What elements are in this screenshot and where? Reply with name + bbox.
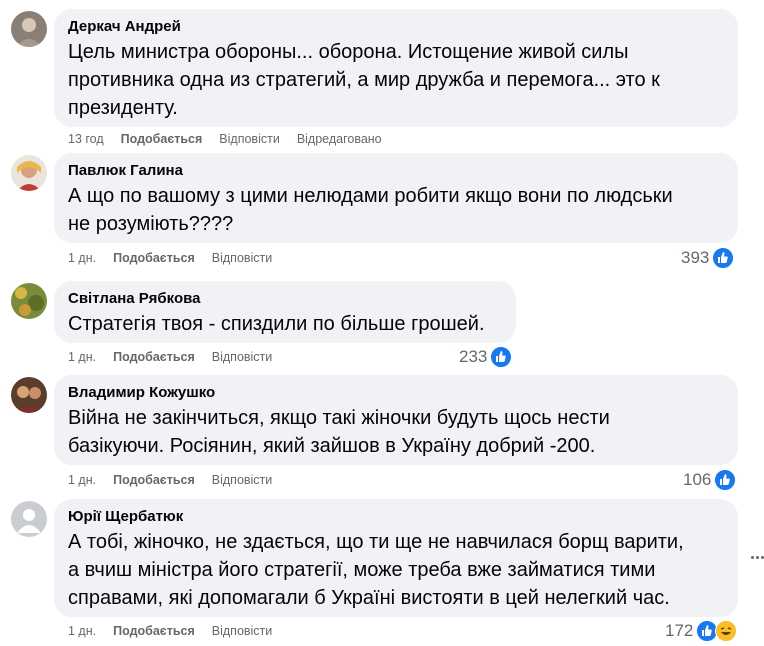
comment-text: А що по вашому з цими нелюдами робити як…: [68, 182, 726, 238]
reply-button[interactable]: Відповісти: [219, 132, 280, 146]
reply-button[interactable]: Відповісти: [212, 473, 273, 487]
comment-text-line: А тобі, жіночко, не здається, що ти ще н…: [68, 531, 684, 553]
comment-timestamp[interactable]: 1 дн.: [68, 251, 96, 265]
comment-bubble: Павлюк Галина А що по вашому з цими нелю…: [54, 153, 738, 243]
reaction-count: 393: [681, 248, 710, 267]
edited-label: Відредаговано: [296, 132, 382, 146]
comment-bubble: Світлана Рябкова Стратегія твоя - спизди…: [54, 281, 516, 343]
reply-button[interactable]: Відповісти: [212, 350, 273, 364]
comment-text-line: противника одна из стратегий, а мир друж…: [68, 69, 660, 91]
like-button[interactable]: Подобається: [113, 624, 195, 638]
comment-timestamp[interactable]: 1 дн.: [68, 473, 96, 487]
comment-text-line: а вчиш міністра його стратегії, може тре…: [68, 559, 656, 581]
like-button[interactable]: Подобається: [121, 132, 203, 146]
reply-button[interactable]: Відповісти: [212, 251, 273, 265]
comment-timestamp[interactable]: 13 год: [68, 132, 104, 146]
comment-text: Цель министра обороны... оборона. Истоще…: [68, 38, 726, 122]
comment-bubble: Юрії Щербатюк А тобі, жіночко, не здаєть…: [54, 499, 738, 617]
comment-text-line: справами, які допомагали б Україні висто…: [68, 587, 670, 609]
comment-text-line: Стратегія твоя - спиздили по більше грош…: [68, 313, 485, 335]
comment-author[interactable]: Владимир Кожушко: [68, 383, 726, 402]
comment-text-line: А що по вашому з цими нелюдами робити як…: [68, 185, 673, 207]
comment-timestamp[interactable]: 1 дн.: [68, 624, 96, 638]
comment-text-line: не розуміють????: [68, 213, 234, 235]
avatar[interactable]: [11, 283, 47, 319]
haha-icon: [715, 620, 738, 642]
comment-text: Стратегія твоя - спиздили по більше грош…: [68, 310, 504, 338]
comment-bubble: Деркач Андрей Цель министра обороны... о…: [54, 9, 738, 127]
comment-actions: 1 дн. Подобається Відповісти: [68, 624, 272, 638]
like-icon: [712, 247, 735, 269]
comment-timestamp[interactable]: 1 дн.: [68, 350, 96, 364]
comment-author[interactable]: Павлюк Галина: [68, 161, 726, 180]
like-button[interactable]: Подобається: [113, 350, 195, 364]
like-icon: [714, 469, 737, 491]
avatar[interactable]: [11, 501, 47, 537]
comment-text-line: Війна не закінчиться, якщо такі жіночки …: [68, 407, 610, 429]
reaction-summary[interactable]: 233: [459, 346, 513, 368]
like-button[interactable]: Подобається: [113, 473, 195, 487]
comment-bubble: Владимир Кожушко Війна не закінчиться, я…: [54, 375, 738, 465]
like-button[interactable]: Подобається: [113, 251, 195, 265]
comment-author[interactable]: Юрії Щербатюк: [68, 507, 726, 526]
reaction-count: 106: [683, 470, 712, 489]
reaction-summary[interactable]: 172: [665, 620, 738, 642]
comment-text-line: Цель министра обороны... оборона. Истоще…: [68, 41, 629, 63]
comment-author[interactable]: Деркач Андрей: [68, 17, 726, 36]
comment-author[interactable]: Світлана Рябкова: [68, 289, 504, 308]
comment-text: Війна не закінчиться, якщо такі жіночки …: [68, 404, 726, 460]
comment-actions: 1 дн. Подобається Відповісти: [68, 350, 272, 364]
avatar[interactable]: [11, 155, 47, 191]
reaction-summary[interactable]: 393: [681, 247, 735, 269]
avatar[interactable]: [11, 11, 47, 47]
reply-button[interactable]: Відповісти: [212, 624, 273, 638]
comment-actions: 13 год Подобається Відповісти Відредагов…: [68, 132, 382, 146]
more-options-icon[interactable]: [746, 546, 764, 568]
comment-actions: 1 дн. Подобається Відповісти: [68, 473, 272, 487]
like-icon: [490, 346, 513, 368]
comment-text: А тобі, жіночко, не здається, що ти ще н…: [68, 528, 726, 612]
reaction-count: 172: [665, 621, 694, 640]
comment-text-line: базікуючи. Росіянин, який зайшов в Украї…: [68, 435, 596, 457]
reaction-summary[interactable]: 106: [683, 469, 737, 491]
comment-actions: 1 дн. Подобається Відповісти: [68, 251, 272, 265]
avatar[interactable]: [11, 377, 47, 413]
comment-text-line: президенту.: [68, 97, 178, 119]
reaction-count: 233: [459, 347, 488, 366]
